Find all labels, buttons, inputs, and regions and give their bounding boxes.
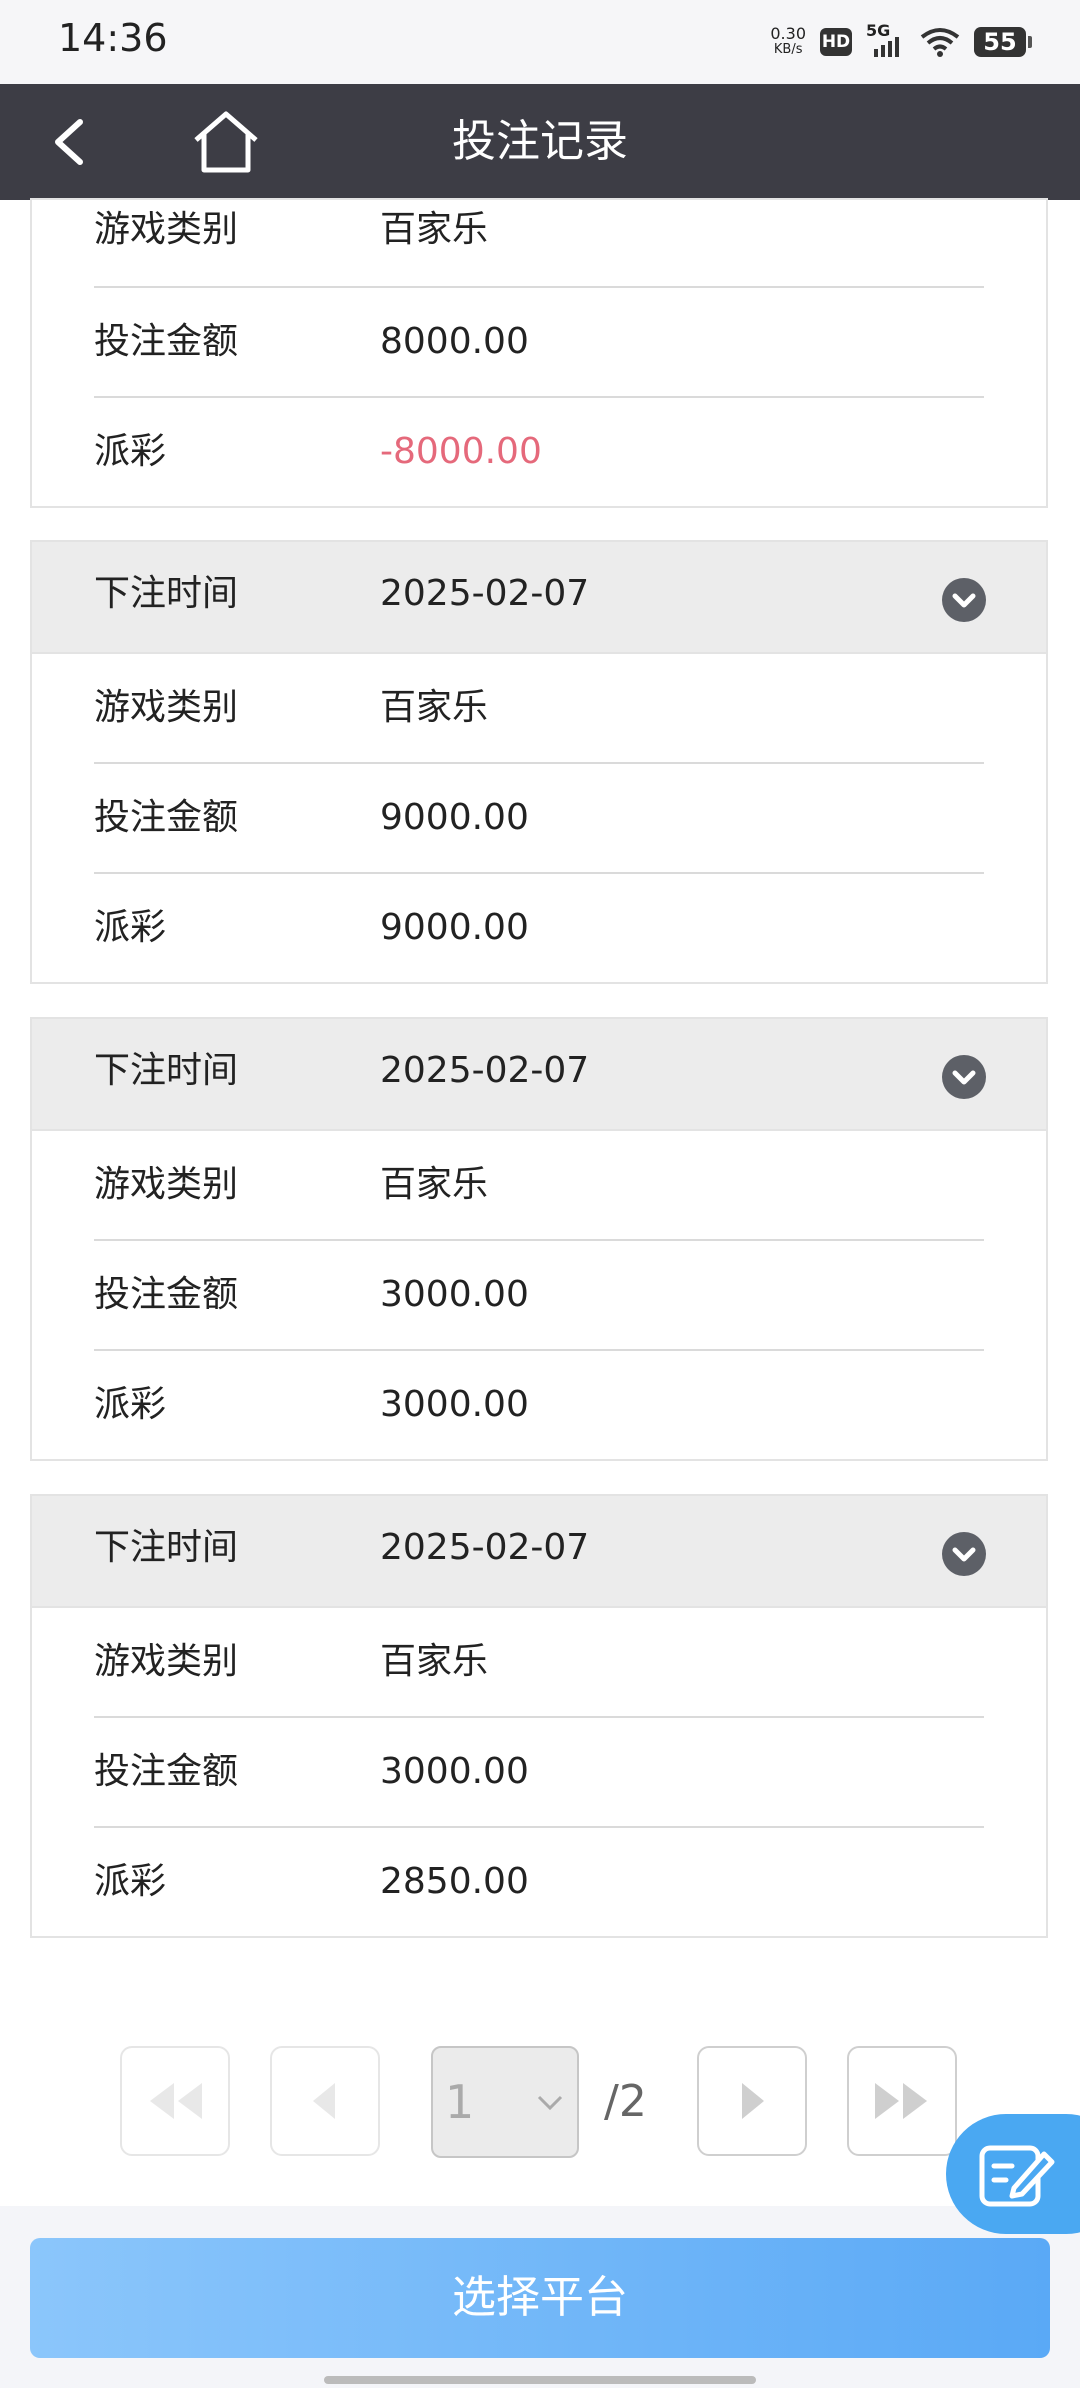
net-speed: 0.30 KB/s [770, 26, 806, 58]
current-page: 1 [445, 2075, 475, 2129]
value-bet-amount: 3000.00 [380, 1751, 529, 1792]
label-game-type: 游戏类别 [94, 687, 239, 728]
chevron-down-icon[interactable] [942, 578, 986, 622]
label-bet-time: 下注时间 [94, 1527, 239, 1568]
record-row-bet-amount: 投注金额 3000.00 [94, 1716, 984, 1826]
chevron-down-icon[interactable] [942, 1532, 986, 1576]
label-bet-amount: 投注金额 [94, 1751, 239, 1792]
record-row-payout: 派彩 3000.00 [94, 1349, 984, 1459]
net-speed-value: 0.30 [770, 24, 806, 43]
value-bet-time: 2025-02-07 [380, 573, 590, 614]
label-payout: 派彩 [94, 1384, 167, 1425]
nav-bar: 投注记录 [0, 84, 1080, 200]
value-bet-time: 2025-02-07 [380, 1050, 590, 1091]
record-card: 下注时间 2025-02-07 游戏类别 百家乐 投注金额 3000.00 派彩… [30, 1494, 1048, 1938]
value-payout: 2850.00 [380, 1861, 529, 1902]
record-row-game-type: 游戏类别 百家乐 [94, 200, 984, 286]
value-bet-amount: 8000.00 [380, 321, 529, 362]
cell-signal-icon: 5G [866, 21, 906, 57]
label-game-type: 游戏类别 [94, 209, 239, 250]
label-payout: 派彩 [94, 907, 167, 948]
triangle-right-icon [742, 2083, 764, 2119]
record-header[interactable]: 下注时间 2025-02-07 [32, 1496, 1046, 1608]
edit-icon [979, 2145, 1055, 2207]
record-row-bet-amount: 投注金额 3000.00 [94, 1239, 984, 1349]
value-payout: 3000.00 [380, 1384, 529, 1425]
record-row-payout: 派彩 2850.00 [94, 1826, 984, 1936]
value-payout: -8000.00 [380, 431, 542, 472]
status-bar: 14:36 0.30 KB/s HD 5G 55 [0, 0, 1080, 84]
network-type: 5G [866, 21, 891, 40]
double-chevron-left-icon [150, 2083, 202, 2119]
value-game-type: 百家乐 [380, 1641, 489, 1682]
edit-fab-button[interactable] [946, 2114, 1080, 2234]
record-row-game-type: 游戏类别 百家乐 [94, 1131, 984, 1239]
record-header[interactable]: 下注时间 2025-02-07 [32, 1019, 1046, 1131]
record-row-payout: 派彩 9000.00 [94, 872, 984, 982]
status-time: 14:36 [58, 16, 168, 60]
next-page-button[interactable] [697, 2046, 807, 2156]
net-speed-unit: KB/s [773, 42, 803, 57]
label-payout: 派彩 [94, 1861, 167, 1902]
label-payout: 派彩 [94, 431, 167, 472]
last-page-button[interactable] [847, 2046, 957, 2156]
page-title: 投注记录 [452, 116, 628, 167]
battery-icon: 55 [974, 27, 1032, 57]
pagination: 1 /2 [0, 2046, 1080, 2158]
triangle-left-icon [313, 2083, 335, 2119]
status-icons: 0.30 KB/s HD 5G 55 [770, 21, 1032, 62]
record-row-payout: 派彩 -8000.00 [94, 396, 984, 506]
value-payout: 9000.00 [380, 907, 529, 948]
total-pages: /2 [604, 2076, 647, 2127]
label-game-type: 游戏类别 [94, 1641, 239, 1682]
value-game-type: 百家乐 [380, 209, 489, 250]
label-game-type: 游戏类别 [94, 1164, 239, 1205]
record-card: 下注时间 2025-02-07 游戏类别 百家乐 投注金额 3000.00 派彩… [30, 1017, 1048, 1461]
record-card: 下注时间 2025-02-07 游戏类别 百家乐 投注金额 9000.00 派彩… [30, 540, 1048, 984]
double-chevron-right-icon [875, 2083, 927, 2119]
value-bet-amount: 9000.00 [380, 797, 529, 838]
record-row-game-type: 游戏类别 百家乐 [94, 654, 984, 762]
label-bet-time: 下注时间 [94, 573, 239, 614]
prev-page-button[interactable] [270, 2046, 380, 2156]
page-select[interactable]: 1 [431, 2046, 579, 2158]
chevron-down-icon [537, 2095, 563, 2111]
value-bet-amount: 3000.00 [380, 1274, 529, 1315]
chevron-down-icon[interactable] [942, 1055, 986, 1099]
value-game-type: 百家乐 [380, 1164, 489, 1205]
label-bet-time: 下注时间 [94, 1050, 239, 1091]
record-row-bet-amount: 投注金额 8000.00 [94, 286, 984, 396]
wifi-icon [920, 28, 960, 57]
record-card: 游戏类别 百家乐 投注金额 8000.00 派彩 -8000.00 [30, 198, 1048, 508]
record-row-bet-amount: 投注金额 9000.00 [94, 762, 984, 872]
label-bet-amount: 投注金额 [94, 321, 239, 362]
first-page-button[interactable] [120, 2046, 230, 2156]
hd-badge: HD [820, 28, 852, 56]
record-row-game-type: 游戏类别 百家乐 [94, 1608, 984, 1716]
select-platform-button[interactable]: 选择平台 [30, 2238, 1050, 2358]
home-indicator[interactable] [324, 2376, 756, 2384]
value-game-type: 百家乐 [380, 687, 489, 728]
value-bet-time: 2025-02-07 [380, 1527, 590, 1568]
label-bet-amount: 投注金额 [94, 797, 239, 838]
record-header[interactable]: 下注时间 2025-02-07 [32, 542, 1046, 654]
label-bet-amount: 投注金额 [94, 1274, 239, 1315]
